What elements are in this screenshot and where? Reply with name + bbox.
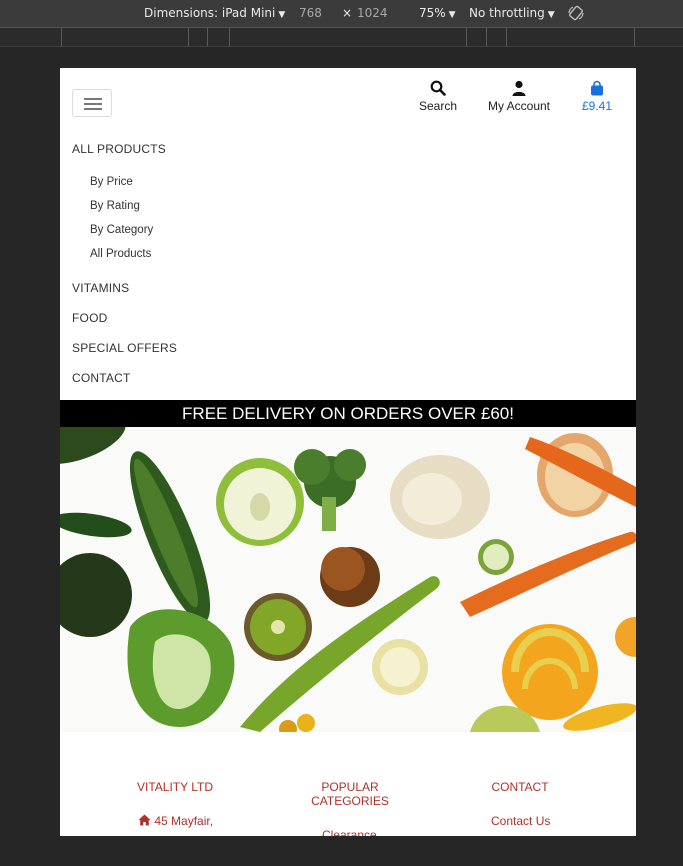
dimension-separator: × xyxy=(342,6,353,20)
footer-categories-column: POPULAR CATEGORIES xyxy=(298,780,402,808)
width-input[interactable]: 768 xyxy=(299,6,322,20)
nav-sub-by-rating[interactable]: By Rating xyxy=(90,200,140,212)
ruler-tick xyxy=(466,28,467,46)
vegetables-illustration xyxy=(60,427,636,732)
search-link[interactable]: Search xyxy=(416,80,460,113)
cart-total: £9.41 xyxy=(581,99,613,113)
ruler-tick xyxy=(188,28,189,46)
shopping-bag-icon xyxy=(591,80,603,96)
footer-categories-title-line1: POPULAR xyxy=(321,780,379,794)
home-icon xyxy=(138,814,151,826)
search-label: Search xyxy=(418,99,458,113)
media-query-ruler xyxy=(0,28,683,47)
nav-sub-all-products[interactable]: All Products xyxy=(90,248,151,260)
ruler-tick xyxy=(486,28,487,46)
cart-link[interactable]: £9.41 xyxy=(576,80,618,113)
footer-company-column: VITALITY LTD xyxy=(116,780,234,794)
hamburger-icon xyxy=(84,103,102,105)
footer-address-line: 45 Mayfair, xyxy=(154,814,214,828)
hamburger-icon xyxy=(84,108,102,110)
search-icon xyxy=(430,80,446,96)
ruler-tick xyxy=(61,28,62,46)
user-icon xyxy=(512,80,526,96)
height-input[interactable]: 1024 xyxy=(357,6,388,20)
device-selector[interactable]: Dimensions: iPad Mini ▼ xyxy=(144,6,285,20)
chevron-down-icon: ▼ xyxy=(278,10,286,20)
ruler-tick xyxy=(229,28,230,46)
footer-link-contact-us[interactable]: Contact Us xyxy=(491,814,550,828)
footer-contact-column: CONTACT xyxy=(476,780,564,794)
chevron-down-icon: ▼ xyxy=(448,10,456,20)
hamburger-icon xyxy=(84,98,102,100)
my-account-link[interactable]: My Account xyxy=(486,80,552,113)
ruler-tick xyxy=(634,28,635,46)
hero-image xyxy=(60,427,636,732)
footer-link-clearance[interactable]: Clearance xyxy=(322,828,377,836)
zoom-selector[interactable]: 75% ▼ xyxy=(419,6,456,20)
nav-sub-by-category[interactable]: By Category xyxy=(90,224,153,236)
ruler-tick xyxy=(207,28,208,46)
ruler-tick xyxy=(506,28,507,46)
nav-special-offers[interactable]: SPECIAL OFFERS xyxy=(72,341,177,355)
delivery-banner: FREE DELIVERY ON ORDERS OVER £60! xyxy=(60,400,636,427)
navbar-toggle-button[interactable] xyxy=(72,89,112,117)
footer-address: 45 Mayfair, xyxy=(138,814,213,828)
nav-food[interactable]: FOOD xyxy=(72,311,107,325)
footer-company-title: VITALITY LTD xyxy=(136,780,214,794)
my-account-label: My Account xyxy=(487,99,551,113)
rotate-icon[interactable] xyxy=(567,4,585,22)
nav-sub-by-price[interactable]: By Price xyxy=(90,176,133,188)
devtools-device-toolbar: Dimensions: iPad Mini ▼ 768 × 1024 75% ▼ N… xyxy=(0,0,683,28)
nav-contact[interactable]: CONTACT xyxy=(72,371,131,385)
nav-all-products[interactable]: ALL PRODUCTS xyxy=(72,142,166,156)
throttling-selector[interactable]: No throttling ▼ xyxy=(469,6,555,20)
nav-vitamins[interactable]: VITAMINS xyxy=(72,281,129,295)
page-viewport: Search My Account £9.41 ALL PRODUCTS By … xyxy=(60,68,636,836)
chevron-down-icon: ▼ xyxy=(547,10,555,20)
footer-contact-title: CONTACT xyxy=(491,780,549,794)
footer-categories-title-line2: CATEGORIES xyxy=(311,794,389,808)
